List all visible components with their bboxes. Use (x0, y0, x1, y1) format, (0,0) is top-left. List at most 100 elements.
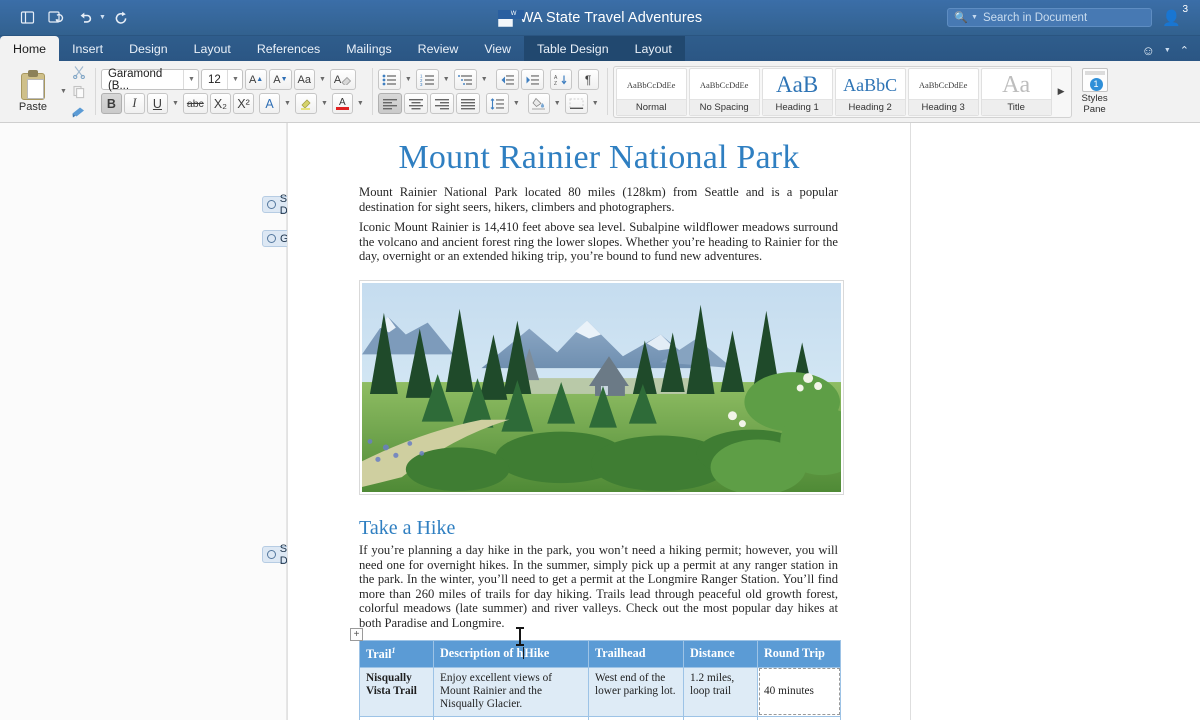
font-size-field[interactable]: 12 ▼ (201, 69, 243, 90)
styles-pane-button[interactable]: 1 Styles Pane (1072, 68, 1118, 115)
multilevel-list-button[interactable] (454, 69, 477, 90)
cell-description[interactable]: Enjoy excellent views of Mount Rainier a… (434, 667, 589, 716)
style-no-spacing[interactable]: AaBbCcDdEe No Spacing (689, 68, 760, 116)
bold-button[interactable]: B (101, 93, 122, 114)
numbering-caret-icon[interactable]: ▼ (441, 76, 452, 83)
table-row[interactable]: Bench & Snow Lakes Enjoy two lakes along… (360, 716, 841, 720)
cell-trailhead[interactable]: West end of the lower parking lot. (589, 667, 684, 716)
shrink-font-button[interactable]: A▼ (269, 69, 291, 90)
paste-button[interactable]: Paste (6, 70, 60, 113)
table-header-trailhead[interactable]: Trailhead (589, 640, 684, 667)
line-spacing-button[interactable] (486, 93, 509, 114)
search-box[interactable]: 🔍 ▼ (947, 8, 1152, 27)
change-case-button[interactable]: Aa (294, 69, 315, 90)
cell-trail[interactable]: Nisqually Vista Trail (360, 667, 434, 716)
undo-icon[interactable] (72, 6, 98, 30)
tab-table-design[interactable]: Table Design (524, 36, 622, 61)
search-dropdown-icon[interactable]: ▼ (971, 14, 978, 21)
tab-insert[interactable]: Insert (59, 36, 116, 61)
cell-distance[interactable]: 2.5 miles roundtrip (684, 716, 758, 720)
table-header-description[interactable]: Description of hHike (434, 640, 589, 667)
table-move-handle-icon[interactable]: + (350, 628, 363, 641)
style-heading-3[interactable]: AaBbCcDdEe Heading 3 (908, 68, 979, 116)
tab-design[interactable]: Design (116, 36, 181, 61)
share-people-icon[interactable]: 👤3 (1162, 9, 1188, 27)
underline-caret-icon[interactable]: ▼ (170, 100, 181, 107)
save-sync-icon[interactable] (43, 6, 69, 30)
style-title[interactable]: Aa Title (981, 68, 1052, 116)
table-header-round-trip[interactable]: Round Trip (758, 640, 841, 667)
tab-view[interactable]: View (471, 36, 524, 61)
tab-home[interactable]: Home (0, 36, 59, 61)
paragraph-3[interactable]: If you’re planning a day hike in the par… (288, 540, 910, 631)
document-image[interactable] (359, 280, 844, 495)
grow-font-button[interactable]: A▲ (245, 69, 267, 90)
change-case-caret-icon[interactable]: ▼ (317, 76, 328, 83)
font-name-field[interactable]: Garamond (B... ▼ (101, 69, 199, 90)
decrease-indent-button[interactable] (496, 69, 519, 90)
feedback-caret-icon[interactable]: ▼ (1164, 47, 1171, 54)
sort-button[interactable]: AZ (550, 69, 572, 90)
text-effects-caret-icon[interactable]: ▼ (282, 100, 293, 107)
align-right-button[interactable] (430, 93, 454, 114)
italic-button[interactable]: I (124, 93, 145, 114)
table-header-trail[interactable]: Trail1 (360, 640, 434, 667)
cut-scissors-icon[interactable] (69, 64, 89, 80)
tab-mailings[interactable]: Mailings (333, 36, 404, 61)
show-formatting-marks-button[interactable]: ¶ (578, 69, 599, 90)
search-input[interactable] (981, 11, 1145, 25)
numbering-button[interactable]: 123 (416, 69, 439, 90)
table-header-distance[interactable]: Distance (684, 640, 758, 667)
font-color-button[interactable]: A (332, 93, 353, 114)
subscript-button[interactable]: X₂ (210, 93, 231, 114)
tab-layout[interactable]: Layout (181, 36, 244, 61)
style-normal[interactable]: AaBbCcDdEe Normal (616, 68, 687, 116)
font-color-caret-icon[interactable]: ▼ (355, 100, 366, 107)
redo-icon[interactable] (109, 6, 135, 30)
document-workspace[interactable]: Sara Davis ▾ Garth Fort ▾ Sara Davis ▾ M… (0, 123, 1200, 720)
increase-indent-button[interactable] (521, 69, 544, 90)
underline-button[interactable]: U (147, 93, 168, 114)
document-page[interactable]: Mount Rainier National Park Mount Rainie… (287, 123, 911, 720)
tab-review[interactable]: Review (405, 36, 472, 61)
bullets-caret-icon[interactable]: ▼ (403, 76, 414, 83)
paragraph-2[interactable]: Iconic Mount Rainier is 14,410 feet abov… (288, 214, 910, 264)
shading-button[interactable] (528, 93, 550, 114)
clear-formatting-button[interactable]: A (330, 69, 356, 90)
format-painter-icon[interactable] (69, 104, 89, 120)
strikethrough-button[interactable]: abc (183, 93, 208, 114)
superscript-button[interactable]: X² (233, 93, 254, 114)
sidebar-toggle-icon[interactable] (14, 6, 40, 30)
cell-trail[interactable]: Bench & Snow Lakes (360, 716, 434, 720)
align-center-button[interactable] (404, 93, 428, 114)
borders-button[interactable] (565, 93, 588, 114)
cell-description[interactable]: Enjoy two lakes along this trail. See be… (434, 716, 589, 720)
justify-button[interactable] (456, 93, 480, 114)
cell-trailhead[interactable]: Stevens Canyon Road, (589, 716, 684, 720)
trails-table[interactable]: Trail1 Description of hHike Trailhead Di… (359, 640, 841, 720)
font-size-caret-icon[interactable]: ▼ (227, 70, 239, 89)
font-name-caret-icon[interactable]: ▼ (183, 70, 195, 89)
paragraph-1[interactable]: Mount Rainier National Park located 80 m… (288, 177, 910, 214)
table-row[interactable]: Nisqually Vista Trail Enjoy excellent vi… (360, 667, 841, 716)
tab-table-layout[interactable]: Layout (622, 36, 685, 61)
highlight-button[interactable] (295, 93, 317, 114)
style-heading-2[interactable]: AaBbC Heading 2 (835, 68, 906, 116)
styles-gallery-more-icon[interactable]: ▶ (1054, 86, 1069, 97)
text-effects-button[interactable]: A (259, 93, 280, 114)
feedback-smiley-icon[interactable]: ☺ (1142, 43, 1155, 58)
paste-dropdown-caret-icon[interactable]: ▼ (60, 88, 67, 95)
borders-caret-icon[interactable]: ▼ (590, 100, 601, 107)
copy-icon[interactable] (69, 84, 89, 100)
line-spacing-caret-icon[interactable]: ▼ (511, 100, 522, 107)
cell-distance[interactable]: 1.2 miles, loop trail (684, 667, 758, 716)
shading-caret-icon[interactable]: ▼ (552, 100, 563, 107)
cell-round-trip[interactable]: 2 hours (758, 716, 841, 720)
collapse-ribbon-chevron-icon[interactable]: ⌃ (1180, 44, 1189, 57)
highlight-caret-icon[interactable]: ▼ (319, 100, 330, 107)
style-heading-1[interactable]: AaB Heading 1 (762, 68, 833, 116)
tab-references[interactable]: References (244, 36, 333, 61)
multilevel-list-caret-icon[interactable]: ▼ (479, 76, 490, 83)
bullets-button[interactable] (378, 69, 401, 90)
undo-caret-icon[interactable]: ▼ (99, 14, 106, 21)
